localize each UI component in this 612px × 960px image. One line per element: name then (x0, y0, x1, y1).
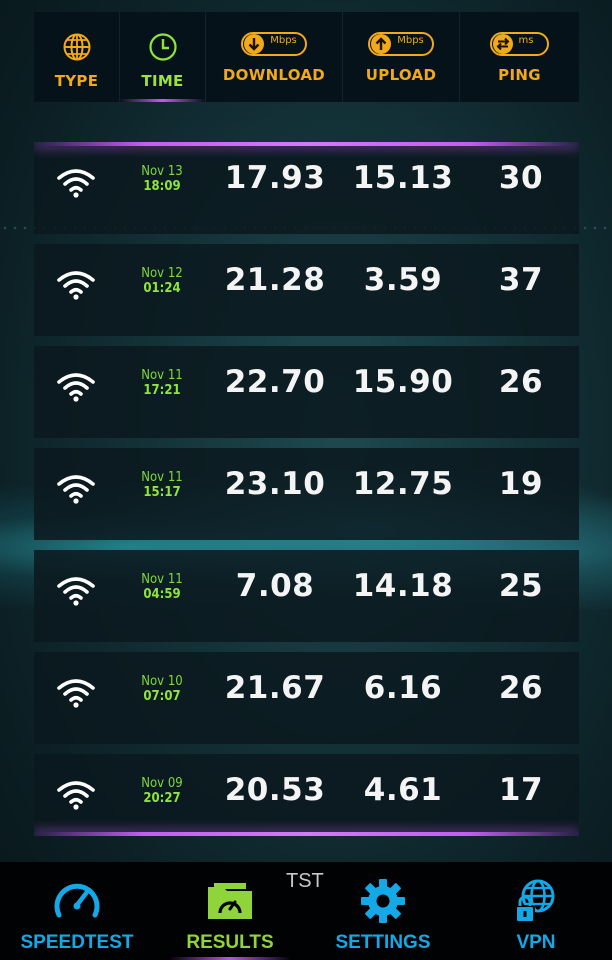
result-ping: 19 (498, 466, 544, 502)
wifi-icon (57, 577, 95, 606)
nav-settings-label: SETTINGS (335, 932, 431, 953)
clock-icon (148, 33, 177, 61)
globe-lock-icon (515, 879, 555, 923)
result-upload: 15.90 (352, 364, 454, 400)
nav-results-label: RESULTS (186, 932, 274, 953)
result-download: 21.28 (224, 262, 326, 298)
result-row[interactable]: Nov 11 04:59 7.08 14.18 25 (34, 550, 579, 642)
column-type-label: TYPE (54, 72, 99, 90)
result-upload: 14.18 (352, 568, 454, 604)
result-upload: 6.16 (363, 670, 443, 706)
result-date: Nov 09 (141, 776, 183, 791)
column-download[interactable]: Mbps DOWNLOAD (206, 12, 343, 102)
result-download: 23.10 (224, 466, 326, 502)
nav-speedtest[interactable]: SPEEDTEST (0, 862, 154, 960)
result-date: Nov 13 (141, 164, 183, 179)
wifi-icon (57, 679, 95, 708)
result-date: Nov 12 (141, 266, 183, 281)
result-row[interactable]: Nov 11 15:17 23.10 12.75 19 (34, 448, 579, 540)
download-arrow-icon (248, 38, 260, 51)
result-download: 21.67 (224, 670, 326, 706)
result-upload: 4.61 (363, 772, 443, 808)
nav-results[interactable]: RESULTS (154, 862, 306, 960)
result-download: 20.53 (224, 772, 326, 808)
result-datetime: Nov 10 07:07 (130, 674, 194, 704)
results-list[interactable]: Nov 13 18:09 17.93 15.13 30 Nov 12 01:24… (34, 142, 579, 836)
result-row[interactable]: Nov 10 07:07 21.67 6.16 26 (34, 652, 579, 744)
wifi-icon (57, 373, 95, 402)
result-row[interactable]: Nov 09 20:27 20.53 4.61 17 (34, 754, 579, 836)
nav-speedtest-label: SPEEDTEST (20, 932, 134, 953)
ping-arrows-icon (496, 37, 509, 51)
result-ping: 37 (498, 262, 544, 298)
column-upload-label: UPLOAD (365, 66, 437, 84)
result-datetime: Nov 09 20:27 (130, 776, 194, 806)
result-download: 17.93 (224, 160, 326, 196)
speedometer-icon (54, 883, 100, 918)
column-upload[interactable]: Mbps UPLOAD (343, 12, 460, 102)
column-type[interactable]: TYPE (34, 12, 120, 102)
column-ping-label: PING (498, 66, 541, 84)
wifi-icon (57, 475, 95, 504)
result-time: 01:24 (143, 281, 181, 296)
results-header: TYPE TIME Mbps DOWNLOAD Mbps UPLOAD ms P… (34, 12, 579, 102)
result-ping: 17 (498, 772, 544, 808)
result-datetime: Nov 11 04:59 (130, 572, 194, 602)
result-ping: 26 (498, 670, 544, 706)
result-row[interactable]: Nov 12 01:24 21.28 3.59 37 (34, 244, 579, 336)
column-time-label: TIME (141, 72, 184, 90)
download-unit-pill: Mbps (241, 32, 307, 56)
result-upload: 3.59 (363, 262, 443, 298)
nav-vpn[interactable]: VPN (460, 862, 612, 960)
wifi-icon (57, 781, 95, 810)
result-datetime: Nov 11 15:17 (130, 470, 194, 500)
result-upload: 15.13 (352, 160, 454, 196)
upload-arrow-icon (375, 37, 387, 50)
result-time: 17:21 (143, 383, 181, 398)
ping-unit-pill: ms (489, 32, 550, 56)
overlay-text: TST (286, 870, 324, 892)
result-row[interactable]: Nov 13 18:09 17.93 15.13 30 (34, 142, 579, 234)
ping-unit: ms (518, 34, 534, 46)
results-folder-icon (208, 883, 252, 919)
upload-unit: Mbps (397, 34, 424, 46)
upload-unit-pill: Mbps (368, 32, 434, 56)
result-download: 22.70 (224, 364, 326, 400)
result-date: Nov 11 (141, 368, 183, 383)
result-date: Nov 11 (141, 470, 183, 485)
result-time: 04:59 (143, 587, 181, 602)
column-time[interactable]: TIME (120, 12, 206, 102)
result-download: 7.08 (235, 568, 315, 604)
gear-icon (361, 879, 405, 923)
result-upload: 12.75 (352, 466, 454, 502)
result-ping: 26 (498, 364, 544, 400)
column-download-label: DOWNLOAD (222, 66, 326, 84)
nav-settings[interactable]: SETTINGS (306, 862, 460, 960)
result-time: 15:17 (143, 485, 181, 500)
result-row[interactable]: Nov 11 17:21 22.70 15.90 26 (34, 346, 579, 438)
result-time: 07:07 (143, 689, 181, 704)
result-datetime: Nov 12 01:24 (130, 266, 194, 296)
wifi-icon (57, 271, 95, 300)
result-time: 20:27 (143, 791, 181, 806)
nav-vpn-label: VPN (516, 932, 556, 953)
result-datetime: Nov 13 18:09 (130, 164, 194, 194)
result-ping: 25 (498, 568, 544, 604)
column-ping[interactable]: ms PING (460, 12, 579, 102)
globe-icon (63, 33, 90, 61)
result-ping: 30 (498, 160, 544, 196)
result-date: Nov 10 (141, 674, 183, 689)
result-date: Nov 11 (141, 572, 183, 587)
download-unit: Mbps (270, 34, 297, 46)
result-datetime: Nov 11 17:21 (130, 368, 194, 398)
result-time: 18:09 (143, 179, 181, 194)
wifi-icon (57, 169, 95, 198)
